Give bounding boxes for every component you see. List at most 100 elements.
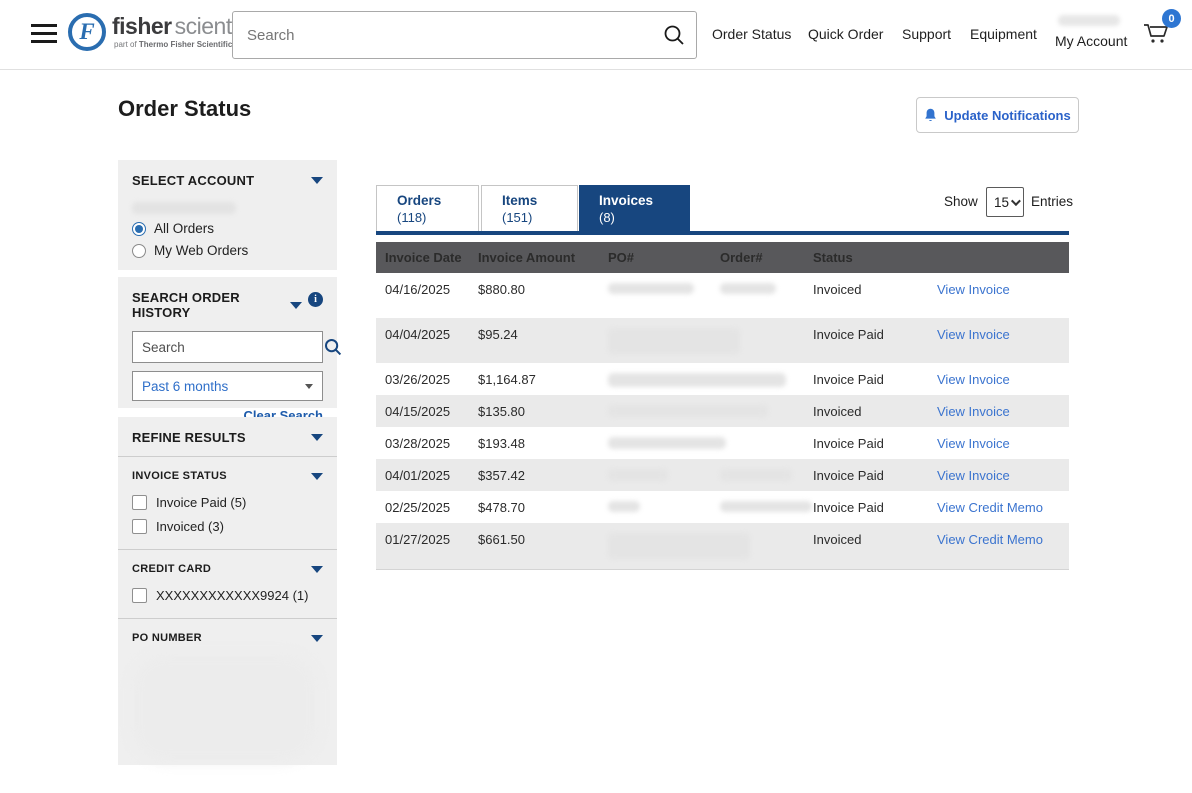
order-number-cell: [720, 395, 813, 404]
entries-per-page-select[interactable]: 15: [986, 187, 1024, 217]
filter-invoice-paid[interactable]: Invoice Paid (5): [132, 495, 323, 510]
po-number-list-redacted: [132, 654, 317, 762]
view-invoice-link[interactable]: View Invoice: [937, 404, 1010, 419]
view-invoice-link[interactable]: View Invoice: [937, 436, 1010, 451]
update-notifications-button[interactable]: Update Notifications: [916, 97, 1079, 133]
invoice-date-cell: 03/26/2025: [376, 363, 478, 387]
invoice-date-cell: 04/04/2025: [376, 318, 478, 342]
invoice-date-cell: 04/01/2025: [376, 459, 478, 483]
select-account-title: SELECT ACCOUNT: [132, 173, 254, 188]
invoice-date-cell: 01/27/2025: [376, 523, 478, 547]
invoice-amount-cell: $661.50: [478, 523, 608, 547]
view-credit-memo-link[interactable]: View Credit Memo: [937, 532, 1043, 547]
invoice-amount-cell: $357.42: [478, 459, 608, 483]
view-invoice-link[interactable]: View Invoice: [937, 327, 1010, 342]
invoice-status-cell: Invoiced: [813, 273, 937, 297]
info-icon[interactable]: i: [308, 292, 323, 307]
invoice-row: 04/15/2025$135.80InvoicedView Invoice: [376, 395, 1069, 427]
invoice-date-cell: 02/25/2025: [376, 491, 478, 515]
invoice-date-cell: 03/28/2025: [376, 427, 478, 451]
invoice-amount-cell: $1,164.87: [478, 363, 608, 387]
credit-card-collapse-chevron-icon[interactable]: [311, 566, 323, 573]
invoice-row: 01/27/2025$661.50 InvoicedView Credit Mem…: [376, 523, 1069, 569]
invoices-table: Invoice DateInvoice AmountPO#Order#Statu…: [376, 242, 1069, 570]
invoice-amount-cell: $478.70: [478, 491, 608, 515]
column-header: PO#: [608, 250, 720, 265]
view-invoice-link[interactable]: View Invoice: [937, 282, 1010, 297]
tab-orders[interactable]: Orders (118): [376, 185, 479, 231]
invoice-status-cell: Invoice Paid: [813, 363, 937, 387]
po-number-cell: [608, 491, 720, 500]
radio-my-web-orders[interactable]: My Web Orders: [132, 243, 323, 258]
search-icon: [323, 337, 343, 357]
po-number-cell: [608, 395, 720, 404]
radio-all-orders[interactable]: All Orders: [132, 221, 323, 236]
po-number-redacted: [608, 501, 640, 512]
invoice-status-cell: Invoice Paid: [813, 427, 937, 451]
date-range-select[interactable]: Past 6 months: [132, 371, 323, 401]
bell-icon: [924, 108, 937, 123]
tab-items[interactable]: Items (151): [481, 185, 578, 231]
checkbox-icon: [132, 588, 147, 603]
view-invoice-link[interactable]: View Invoice: [937, 468, 1010, 483]
po-number-collapse-chevron-icon[interactable]: [311, 635, 323, 642]
view-invoice-link[interactable]: View Invoice: [937, 372, 1010, 387]
logo-f-monogram-icon: F: [68, 13, 106, 51]
refine-results-collapse-chevron-icon[interactable]: [311, 434, 323, 441]
nav-my-account[interactable]: My Account: [1055, 33, 1127, 49]
top-header: F fisherscientific part of Thermo Fisher…: [0, 0, 1192, 70]
po-number-redacted: [608, 533, 750, 559]
invoice-action-cell: View Credit Memo: [937, 491, 1060, 515]
global-search-button[interactable]: [652, 12, 696, 58]
invoice-action-cell: View Invoice: [937, 459, 1060, 483]
invoice-row: 03/28/2025$193.48Invoice PaidView Invoic…: [376, 427, 1069, 459]
po-number-redacted: [608, 283, 694, 294]
invoice-status-collapse-chevron-icon[interactable]: [311, 473, 323, 480]
show-label: Show: [944, 194, 978, 209]
view-credit-memo-link[interactable]: View Credit Memo: [937, 500, 1043, 515]
global-search-input[interactable]: [233, 27, 652, 44]
po-number-redacted: [608, 373, 786, 387]
tab-invoices[interactable]: Invoices (8): [579, 185, 690, 231]
nav-quick-order[interactable]: Quick Order: [808, 26, 883, 42]
invoice-status-title: INVOICE STATUS: [132, 470, 227, 482]
invoice-amount-cell: $95.24: [478, 318, 608, 342]
radio-selected-icon: [132, 222, 146, 236]
po-number-cell: [608, 318, 720, 327]
hamburger-menu-icon[interactable]: [31, 24, 57, 44]
fisher-scientific-logo[interactable]: F fisherscientific part of Thermo Fisher…: [68, 13, 258, 51]
credit-card-section: CREDIT CARD XXXXXXXXXXXX9924 (1): [118, 550, 337, 618]
page-title: Order Status: [118, 96, 251, 122]
invoice-amount-cell: $135.80: [478, 395, 608, 419]
order-history-search-button[interactable]: [323, 337, 343, 357]
po-number-title: PO NUMBER: [132, 632, 202, 644]
order-history-search-input[interactable]: [133, 340, 323, 355]
nav-order-status[interactable]: Order Status: [712, 26, 791, 42]
order-number-cell: [720, 427, 813, 436]
invoice-status-cell: Invoiced: [813, 523, 937, 547]
invoice-status-section: INVOICE STATUS Invoice Paid (5) Invoiced…: [118, 457, 337, 549]
column-header: Invoice Amount: [478, 250, 608, 265]
filter-invoiced[interactable]: Invoiced (3): [132, 519, 323, 534]
po-number-cell: [608, 363, 720, 372]
order-number-cell: [720, 318, 813, 327]
refine-results-panel: REFINE RESULTS INVOICE STATUS Invoice Pa…: [118, 417, 337, 765]
select-account-collapse-chevron-icon[interactable]: [311, 177, 323, 184]
invoices-table-header: Invoice DateInvoice AmountPO#Order#Statu…: [376, 242, 1069, 273]
order-number-cell: [720, 491, 813, 500]
checkbox-icon: [132, 495, 147, 510]
logo-brand-bold: fisher: [112, 13, 172, 39]
invoice-row: 03/26/2025$1,164.87 Invoice PaidView Invo…: [376, 363, 1069, 395]
order-number-cell: [720, 273, 813, 282]
column-header: Status: [813, 250, 937, 265]
filter-credit-card[interactable]: XXXXXXXXXXXX9924 (1): [132, 588, 323, 603]
invoice-action-cell: View Invoice: [937, 318, 1060, 342]
po-number-cell: [608, 273, 720, 282]
search-history-collapse-chevron-icon[interactable]: [290, 302, 302, 309]
nav-equipment[interactable]: Equipment: [970, 26, 1037, 42]
order-number-redacted: [720, 501, 812, 512]
search-order-history-panel: SEARCH ORDER HISTORY i Past 6 months Cle…: [118, 277, 337, 408]
cart-button[interactable]: 0: [1141, 17, 1175, 51]
column-header: Order#: [720, 250, 813, 265]
nav-support[interactable]: Support: [902, 26, 951, 42]
